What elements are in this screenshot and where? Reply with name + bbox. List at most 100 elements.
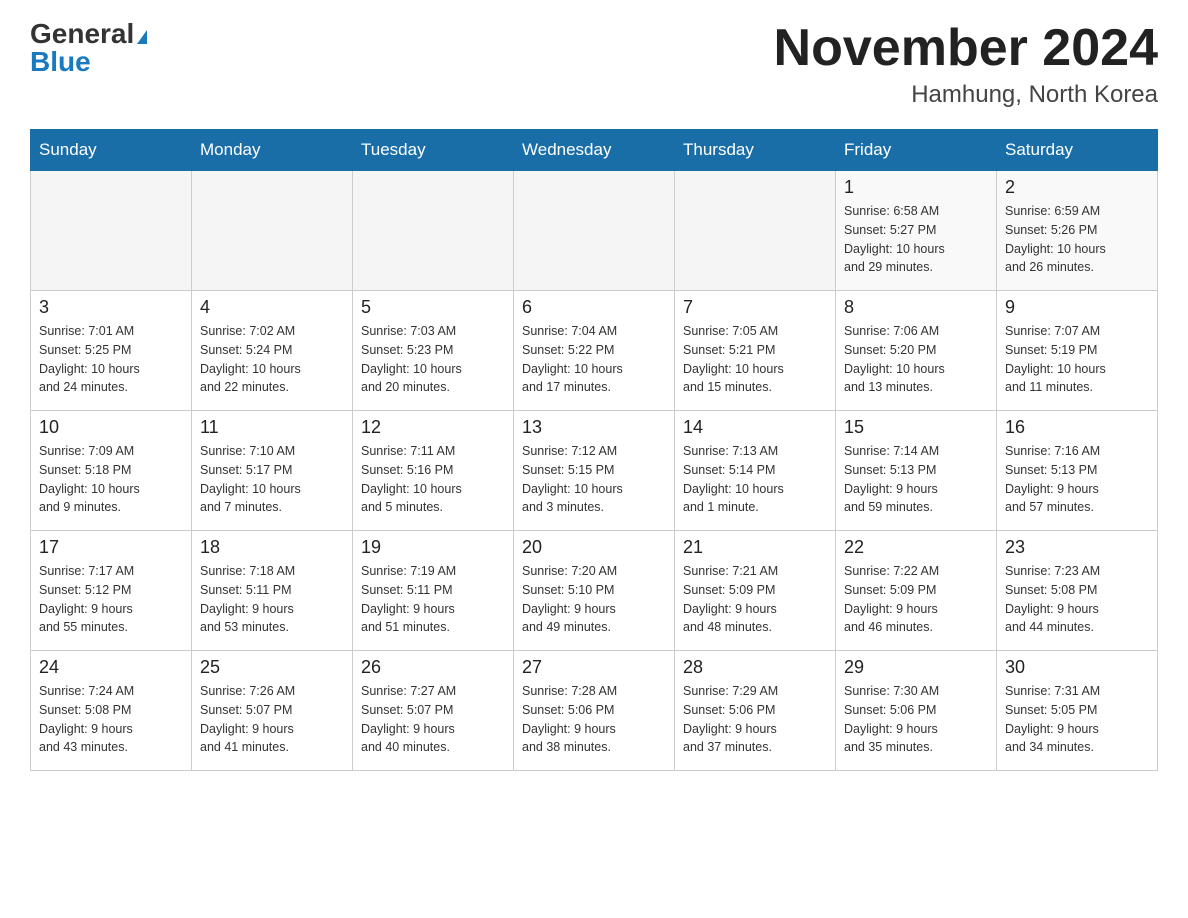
day-info: Sunrise: 7:21 AM Sunset: 5:09 PM Dayligh… bbox=[683, 562, 827, 637]
day-info: Sunrise: 7:01 AM Sunset: 5:25 PM Dayligh… bbox=[39, 322, 183, 397]
day-number: 6 bbox=[522, 297, 666, 318]
day-number: 16 bbox=[1005, 417, 1149, 438]
day-number: 17 bbox=[39, 537, 183, 558]
day-number: 21 bbox=[683, 537, 827, 558]
calendar-week-1: 1 Sunrise: 6:58 AM Sunset: 5:27 PM Daylig… bbox=[31, 171, 1158, 291]
day-info: Sunrise: 7:27 AM Sunset: 5:07 PM Dayligh… bbox=[361, 682, 505, 757]
day-info: Sunrise: 7:16 AM Sunset: 5:13 PM Dayligh… bbox=[1005, 442, 1149, 517]
calendar-cell: 13 Sunrise: 7:12 AM Sunset: 5:15 PM Dayli… bbox=[514, 411, 675, 531]
calendar-cell bbox=[192, 171, 353, 291]
calendar-cell: 17 Sunrise: 7:17 AM Sunset: 5:12 PM Dayli… bbox=[31, 531, 192, 651]
calendar-cell: 6 Sunrise: 7:04 AM Sunset: 5:22 PM Daylig… bbox=[514, 291, 675, 411]
day-number: 14 bbox=[683, 417, 827, 438]
day-info: Sunrise: 6:58 AM Sunset: 5:27 PM Dayligh… bbox=[844, 202, 988, 277]
day-info: Sunrise: 7:22 AM Sunset: 5:09 PM Dayligh… bbox=[844, 562, 988, 637]
weekday-tuesday: Tuesday bbox=[353, 130, 514, 171]
day-number: 25 bbox=[200, 657, 344, 678]
weekday-friday: Friday bbox=[836, 130, 997, 171]
calendar-cell: 24 Sunrise: 7:24 AM Sunset: 5:08 PM Dayli… bbox=[31, 651, 192, 771]
calendar-cell: 30Sunrise: 7:31 AM Sunset: 5:05 PM Dayli… bbox=[997, 651, 1158, 771]
calendar-cell: 10 Sunrise: 7:09 AM Sunset: 5:18 PM Dayli… bbox=[31, 411, 192, 531]
day-info: Sunrise: 7:28 AM Sunset: 5:06 PM Dayligh… bbox=[522, 682, 666, 757]
day-number: 4 bbox=[200, 297, 344, 318]
logo-blue-text: Blue bbox=[30, 46, 91, 77]
day-info: Sunrise: 7:30 AM Sunset: 5:06 PM Dayligh… bbox=[844, 682, 988, 757]
weekday-header-row: SundayMondayTuesdayWednesdayThursdayFrid… bbox=[31, 130, 1158, 171]
day-info: Sunrise: 7:06 AM Sunset: 5:20 PM Dayligh… bbox=[844, 322, 988, 397]
day-number: 8 bbox=[844, 297, 988, 318]
day-info: Sunrise: 6:59 AM Sunset: 5:26 PM Dayligh… bbox=[1005, 202, 1149, 277]
calendar-cell: 28 Sunrise: 7:29 AM Sunset: 5:06 PM Dayli… bbox=[675, 651, 836, 771]
day-number: 18 bbox=[200, 537, 344, 558]
calendar-cell: 26 Sunrise: 7:27 AM Sunset: 5:07 PM Dayli… bbox=[353, 651, 514, 771]
day-info: Sunrise: 7:13 AM Sunset: 5:14 PM Dayligh… bbox=[683, 442, 827, 517]
weekday-wednesday: Wednesday bbox=[514, 130, 675, 171]
calendar-cell: 11 Sunrise: 7:10 AM Sunset: 5:17 PM Dayli… bbox=[192, 411, 353, 531]
calendar-cell: 12 Sunrise: 7:11 AM Sunset: 5:16 PM Dayli… bbox=[353, 411, 514, 531]
day-number: 5 bbox=[361, 297, 505, 318]
weekday-saturday: Saturday bbox=[997, 130, 1158, 171]
calendar-body: 1 Sunrise: 6:58 AM Sunset: 5:27 PM Daylig… bbox=[31, 171, 1158, 771]
day-info: Sunrise: 7:19 AM Sunset: 5:11 PM Dayligh… bbox=[361, 562, 505, 637]
day-info: Sunrise: 7:31 AM Sunset: 5:05 PM Dayligh… bbox=[1005, 682, 1149, 757]
day-info: Sunrise: 7:07 AM Sunset: 5:19 PM Dayligh… bbox=[1005, 322, 1149, 397]
day-info: Sunrise: 7:04 AM Sunset: 5:22 PM Dayligh… bbox=[522, 322, 666, 397]
day-info: Sunrise: 7:20 AM Sunset: 5:10 PM Dayligh… bbox=[522, 562, 666, 637]
day-info: Sunrise: 7:17 AM Sunset: 5:12 PM Dayligh… bbox=[39, 562, 183, 637]
calendar-cell: 20Sunrise: 7:20 AM Sunset: 5:10 PM Dayli… bbox=[514, 531, 675, 651]
calendar-table: SundayMondayTuesdayWednesdayThursdayFrid… bbox=[30, 129, 1158, 771]
logo-triangle-icon bbox=[137, 30, 147, 44]
calendar-cell bbox=[31, 171, 192, 291]
calendar-cell: 23 Sunrise: 7:23 AM Sunset: 5:08 PM Dayli… bbox=[997, 531, 1158, 651]
calendar-cell: 2Sunrise: 6:59 AM Sunset: 5:26 PM Daylig… bbox=[997, 171, 1158, 291]
weekday-sunday: Sunday bbox=[31, 130, 192, 171]
calendar-cell: 1 Sunrise: 6:58 AM Sunset: 5:27 PM Daylig… bbox=[836, 171, 997, 291]
calendar-cell bbox=[353, 171, 514, 291]
calendar-cell: 14 Sunrise: 7:13 AM Sunset: 5:14 PM Dayli… bbox=[675, 411, 836, 531]
calendar-cell: 3 Sunrise: 7:01 AM Sunset: 5:25 PM Daylig… bbox=[31, 291, 192, 411]
weekday-monday: Monday bbox=[192, 130, 353, 171]
day-number: 12 bbox=[361, 417, 505, 438]
day-number: 26 bbox=[361, 657, 505, 678]
day-info: Sunrise: 7:23 AM Sunset: 5:08 PM Dayligh… bbox=[1005, 562, 1149, 637]
day-info: Sunrise: 7:24 AM Sunset: 5:08 PM Dayligh… bbox=[39, 682, 183, 757]
calendar-cell bbox=[514, 171, 675, 291]
location-subtitle: Hamhung, North Korea bbox=[774, 81, 1158, 109]
calendar-cell: 5 Sunrise: 7:03 AM Sunset: 5:23 PM Daylig… bbox=[353, 291, 514, 411]
logo-general-text: General bbox=[30, 18, 134, 49]
day-number: 3 bbox=[39, 297, 183, 318]
calendar-cell: 4 Sunrise: 7:02 AM Sunset: 5:24 PM Daylig… bbox=[192, 291, 353, 411]
day-number: 22 bbox=[844, 537, 988, 558]
day-number: 29 bbox=[844, 657, 988, 678]
day-info: Sunrise: 7:05 AM Sunset: 5:21 PM Dayligh… bbox=[683, 322, 827, 397]
day-info: Sunrise: 7:02 AM Sunset: 5:24 PM Dayligh… bbox=[200, 322, 344, 397]
calendar-cell: 25Sunrise: 7:26 AM Sunset: 5:07 PM Dayli… bbox=[192, 651, 353, 771]
calendar-cell: 18Sunrise: 7:18 AM Sunset: 5:11 PM Dayli… bbox=[192, 531, 353, 651]
calendar-cell bbox=[675, 171, 836, 291]
day-number: 1 bbox=[844, 177, 988, 198]
day-info: Sunrise: 7:09 AM Sunset: 5:18 PM Dayligh… bbox=[39, 442, 183, 517]
logo-general-line: General bbox=[30, 20, 147, 48]
day-info: Sunrise: 7:29 AM Sunset: 5:06 PM Dayligh… bbox=[683, 682, 827, 757]
day-number: 28 bbox=[683, 657, 827, 678]
day-info: Sunrise: 7:10 AM Sunset: 5:17 PM Dayligh… bbox=[200, 442, 344, 517]
day-info: Sunrise: 7:12 AM Sunset: 5:15 PM Dayligh… bbox=[522, 442, 666, 517]
calendar-week-4: 17 Sunrise: 7:17 AM Sunset: 5:12 PM Dayli… bbox=[31, 531, 1158, 651]
calendar-cell: 19 Sunrise: 7:19 AM Sunset: 5:11 PM Dayli… bbox=[353, 531, 514, 651]
day-info: Sunrise: 7:11 AM Sunset: 5:16 PM Dayligh… bbox=[361, 442, 505, 517]
calendar-cell: 22 Sunrise: 7:22 AM Sunset: 5:09 PM Dayli… bbox=[836, 531, 997, 651]
day-number: 24 bbox=[39, 657, 183, 678]
day-number: 10 bbox=[39, 417, 183, 438]
day-number: 11 bbox=[200, 417, 344, 438]
calendar-cell: 16 Sunrise: 7:16 AM Sunset: 5:13 PM Dayli… bbox=[997, 411, 1158, 531]
day-number: 27 bbox=[522, 657, 666, 678]
calendar-cell: 27 Sunrise: 7:28 AM Sunset: 5:06 PM Dayli… bbox=[514, 651, 675, 771]
day-number: 19 bbox=[361, 537, 505, 558]
day-number: 23 bbox=[1005, 537, 1149, 558]
calendar-cell: 15Sunrise: 7:14 AM Sunset: 5:13 PM Dayli… bbox=[836, 411, 997, 531]
day-number: 15 bbox=[844, 417, 988, 438]
calendar-cell: 21 Sunrise: 7:21 AM Sunset: 5:09 PM Dayli… bbox=[675, 531, 836, 651]
day-number: 13 bbox=[522, 417, 666, 438]
day-info: Sunrise: 7:03 AM Sunset: 5:23 PM Dayligh… bbox=[361, 322, 505, 397]
page-header: General Blue November 2024 Hamhung, Nort… bbox=[30, 20, 1158, 109]
